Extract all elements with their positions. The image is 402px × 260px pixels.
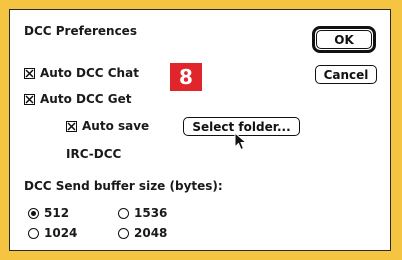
auto-dcc-get-checkbox[interactable] xyxy=(24,94,35,105)
radio-1536[interactable] xyxy=(118,208,129,219)
dcc-preferences-dialog: DCC Preferences OK Cancel Auto DCC Chat … xyxy=(9,9,391,251)
auto-save-label[interactable]: Auto save xyxy=(82,119,149,133)
check-x-icon xyxy=(25,95,34,104)
step-number-badge: 8 xyxy=(170,63,202,91)
auto-save-checkbox[interactable] xyxy=(66,121,77,132)
folder-name: IRC-DCC xyxy=(66,147,122,161)
radio-1024[interactable] xyxy=(28,228,39,239)
check-x-icon xyxy=(67,122,76,131)
buffer-size-label: DCC Send buffer size (bytes): xyxy=(24,179,223,193)
cancel-button[interactable]: Cancel xyxy=(315,65,377,84)
radio-1024-label[interactable]: 1024 xyxy=(44,226,77,240)
radio-2048-label[interactable]: 2048 xyxy=(134,226,167,240)
radio-2048[interactable] xyxy=(118,228,129,239)
check-x-icon xyxy=(25,69,34,78)
radio-512[interactable] xyxy=(28,208,39,219)
radio-512-label[interactable]: 512 xyxy=(44,206,69,220)
auto-dcc-chat-checkbox[interactable] xyxy=(24,68,35,79)
radio-1536-label[interactable]: 1536 xyxy=(134,206,167,220)
auto-dcc-get-label[interactable]: Auto DCC Get xyxy=(40,92,131,106)
auto-dcc-chat-label[interactable]: Auto DCC Chat xyxy=(40,66,139,80)
dialog-title: DCC Preferences xyxy=(24,24,137,38)
mouse-pointer-icon xyxy=(234,132,248,151)
ok-button[interactable]: OK xyxy=(316,30,372,49)
